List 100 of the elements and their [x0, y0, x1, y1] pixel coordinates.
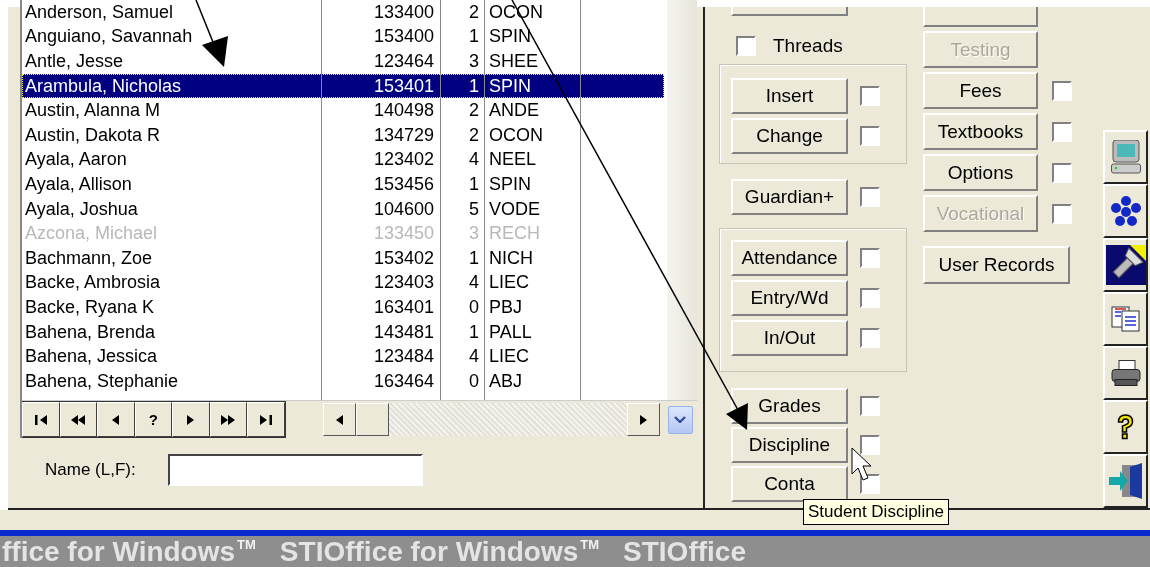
next-page-icon	[221, 414, 236, 425]
dropdown-button[interactable]	[667, 405, 693, 434]
table-row[interactable]: Backe, Ambrosia 123403 4 LIEC	[22, 270, 664, 296]
checkbox[interactable]	[860, 328, 880, 348]
scroll-left-button[interactable]	[322, 403, 356, 436]
toolbar-button[interactable]	[1103, 184, 1148, 238]
record-nav-button[interactable]	[97, 402, 135, 437]
table-cell-text: 2	[468, 1, 480, 23]
checkbox[interactable]	[860, 187, 880, 207]
table-cell-text: 143481	[372, 321, 435, 343]
help-icon	[1116, 414, 1135, 440]
table-row[interactable]: Backe, Ryana K 163401 0 PBJ	[22, 295, 664, 320]
toolbar-button[interactable]	[1103, 346, 1148, 400]
table-cell-text: 133450	[372, 223, 435, 245]
table-cell-text: Austin, Alanna M	[24, 100, 162, 122]
table-row[interactable]: Bahena, Jessica 123484 4 LIEC	[22, 344, 664, 369]
table-cell-text: 0	[468, 370, 480, 392]
checkbox[interactable]	[860, 126, 880, 146]
table-row[interactable]: Anguiano, Savannah 153400 1 SPIN	[22, 24, 664, 50]
table-cell-text: 140498	[372, 100, 435, 122]
action-button[interactable]: Fees	[923, 72, 1038, 109]
action-button[interactable]: Options	[923, 154, 1038, 191]
toolbar-button[interactable]	[1103, 400, 1148, 454]
record-nav-button[interactable]	[22, 402, 60, 437]
horizontal-scrollbar[interactable]	[322, 403, 660, 436]
action-button[interactable]: Attendance	[731, 240, 848, 276]
checkbox[interactable]	[860, 86, 880, 106]
checkbox[interactable]	[860, 248, 880, 268]
action-button[interactable]: Guardian+	[731, 179, 848, 215]
table-cell-text: 134729	[372, 124, 435, 146]
action-button[interactable]: In/Out	[731, 320, 848, 356]
table-row[interactable]: Austin, Alanna M 140498 2 ANDE	[22, 98, 664, 123]
table-row[interactable]: Ayala, Allison 153456 1 SPIN	[22, 172, 664, 197]
table-cell-text: SHEE	[488, 51, 540, 72]
record-nav-button[interactable]	[172, 402, 210, 437]
right-arrow-icon	[639, 414, 647, 425]
table-row[interactable]: Ayala, Joshua 104600 5 VODE	[22, 196, 664, 222]
table-cell-text: SPIN	[488, 173, 532, 195]
table-cell-text: 5	[468, 198, 480, 220]
scroll-thumb[interactable]	[355, 403, 389, 436]
action-button[interactable]: Discipline	[731, 427, 848, 463]
first-icon	[34, 414, 47, 425]
checkbox[interactable]	[736, 36, 756, 56]
table-cell-text: 2	[468, 124, 480, 146]
toolbar-button[interactable]	[1103, 130, 1148, 184]
table-row[interactable]: Bahena, Stephanie 163464 0 ABJ	[22, 368, 664, 394]
table-row[interactable]: Arambula, Nicholas 153401 1 SPIN	[22, 73, 664, 99]
table-cell-text: NEEL	[488, 149, 538, 171]
table-cell-text: Backe, Ryana K	[24, 296, 156, 318]
table-row[interactable]: Austin, Dakota R 134729 2 OCON	[22, 122, 664, 148]
table-cell-text: NICH	[488, 247, 534, 269]
checkbox[interactable]	[1052, 121, 1072, 142]
action-button[interactable]: Conta	[731, 466, 848, 502]
table-cell-text: 1	[468, 173, 480, 195]
toolbar-button[interactable]	[1103, 238, 1148, 292]
record-nav-button[interactable]	[247, 402, 285, 437]
table-cell-text: 163401	[372, 296, 435, 318]
action-button[interactable]: Change	[731, 118, 848, 154]
name-label: Name (L,F):	[45, 460, 137, 480]
vertical-scrollbar[interactable]	[667, 0, 697, 400]
table-row[interactable]: Bachmann, Zoe 153402 1 NICH	[22, 245, 664, 271]
table-cell-text: Bahena, Jessica	[24, 346, 159, 368]
record-nav-button[interactable]: ?	[134, 402, 172, 437]
table-cell-text: ABJ	[488, 370, 523, 392]
table-row[interactable]: Antle, Jesse 123464 3 SHEE	[22, 49, 664, 74]
action-button[interactable]: Grades	[731, 388, 848, 424]
checkbox[interactable]	[860, 435, 880, 455]
table-cell-text: Ayala, Aaron	[24, 149, 128, 171]
table-row[interactable]: Ayala, Aaron 123402 4 NEEL	[22, 147, 664, 173]
checkbox[interactable]	[1052, 80, 1072, 101]
clipped-button[interactable]	[731, 7, 848, 16]
checkbox[interactable]	[1052, 162, 1072, 183]
table-cell-text: 123403	[372, 272, 435, 294]
table-row[interactable]: Bahena, Brenda 143481 1 PALL	[22, 319, 664, 345]
toolbar-button[interactable]	[1103, 292, 1148, 346]
table-cell-text: 153401	[372, 75, 435, 97]
table-cell-text: SPIN	[488, 26, 532, 48]
user-records-button[interactable]: User Records	[923, 246, 1070, 284]
action-button[interactable]: Textbooks	[923, 113, 1038, 150]
table-cell-text: 104600	[372, 198, 435, 220]
toolbar-button[interactable]	[1103, 454, 1148, 508]
table-cell-text: 4	[468, 149, 480, 171]
name-input-field[interactable]	[168, 454, 423, 486]
table-cell-text: 163464	[372, 370, 435, 392]
scroll-right-button[interactable]	[626, 403, 660, 436]
table-cell-text: Backe, Ambrosia	[24, 272, 162, 294]
table-cell-text: 153402	[372, 247, 435, 269]
table-cell-text: 3	[468, 223, 480, 245]
table-cell-text: 123484	[372, 346, 435, 368]
table-cell-text: OCON	[488, 124, 544, 146]
table-cell-text: 1	[468, 26, 480, 48]
clipped-button[interactable]	[923, 7, 1038, 27]
checkbox[interactable]	[860, 288, 880, 308]
record-nav-button[interactable]	[59, 402, 97, 437]
table-cell-text: 4	[468, 272, 480, 294]
action-button[interactable]: Entry/Wd	[731, 280, 848, 316]
table-cell-text: LIEC	[488, 272, 531, 294]
checkbox[interactable]	[860, 396, 880, 416]
record-nav-button[interactable]	[209, 402, 247, 437]
action-button[interactable]: Insert	[731, 78, 848, 114]
